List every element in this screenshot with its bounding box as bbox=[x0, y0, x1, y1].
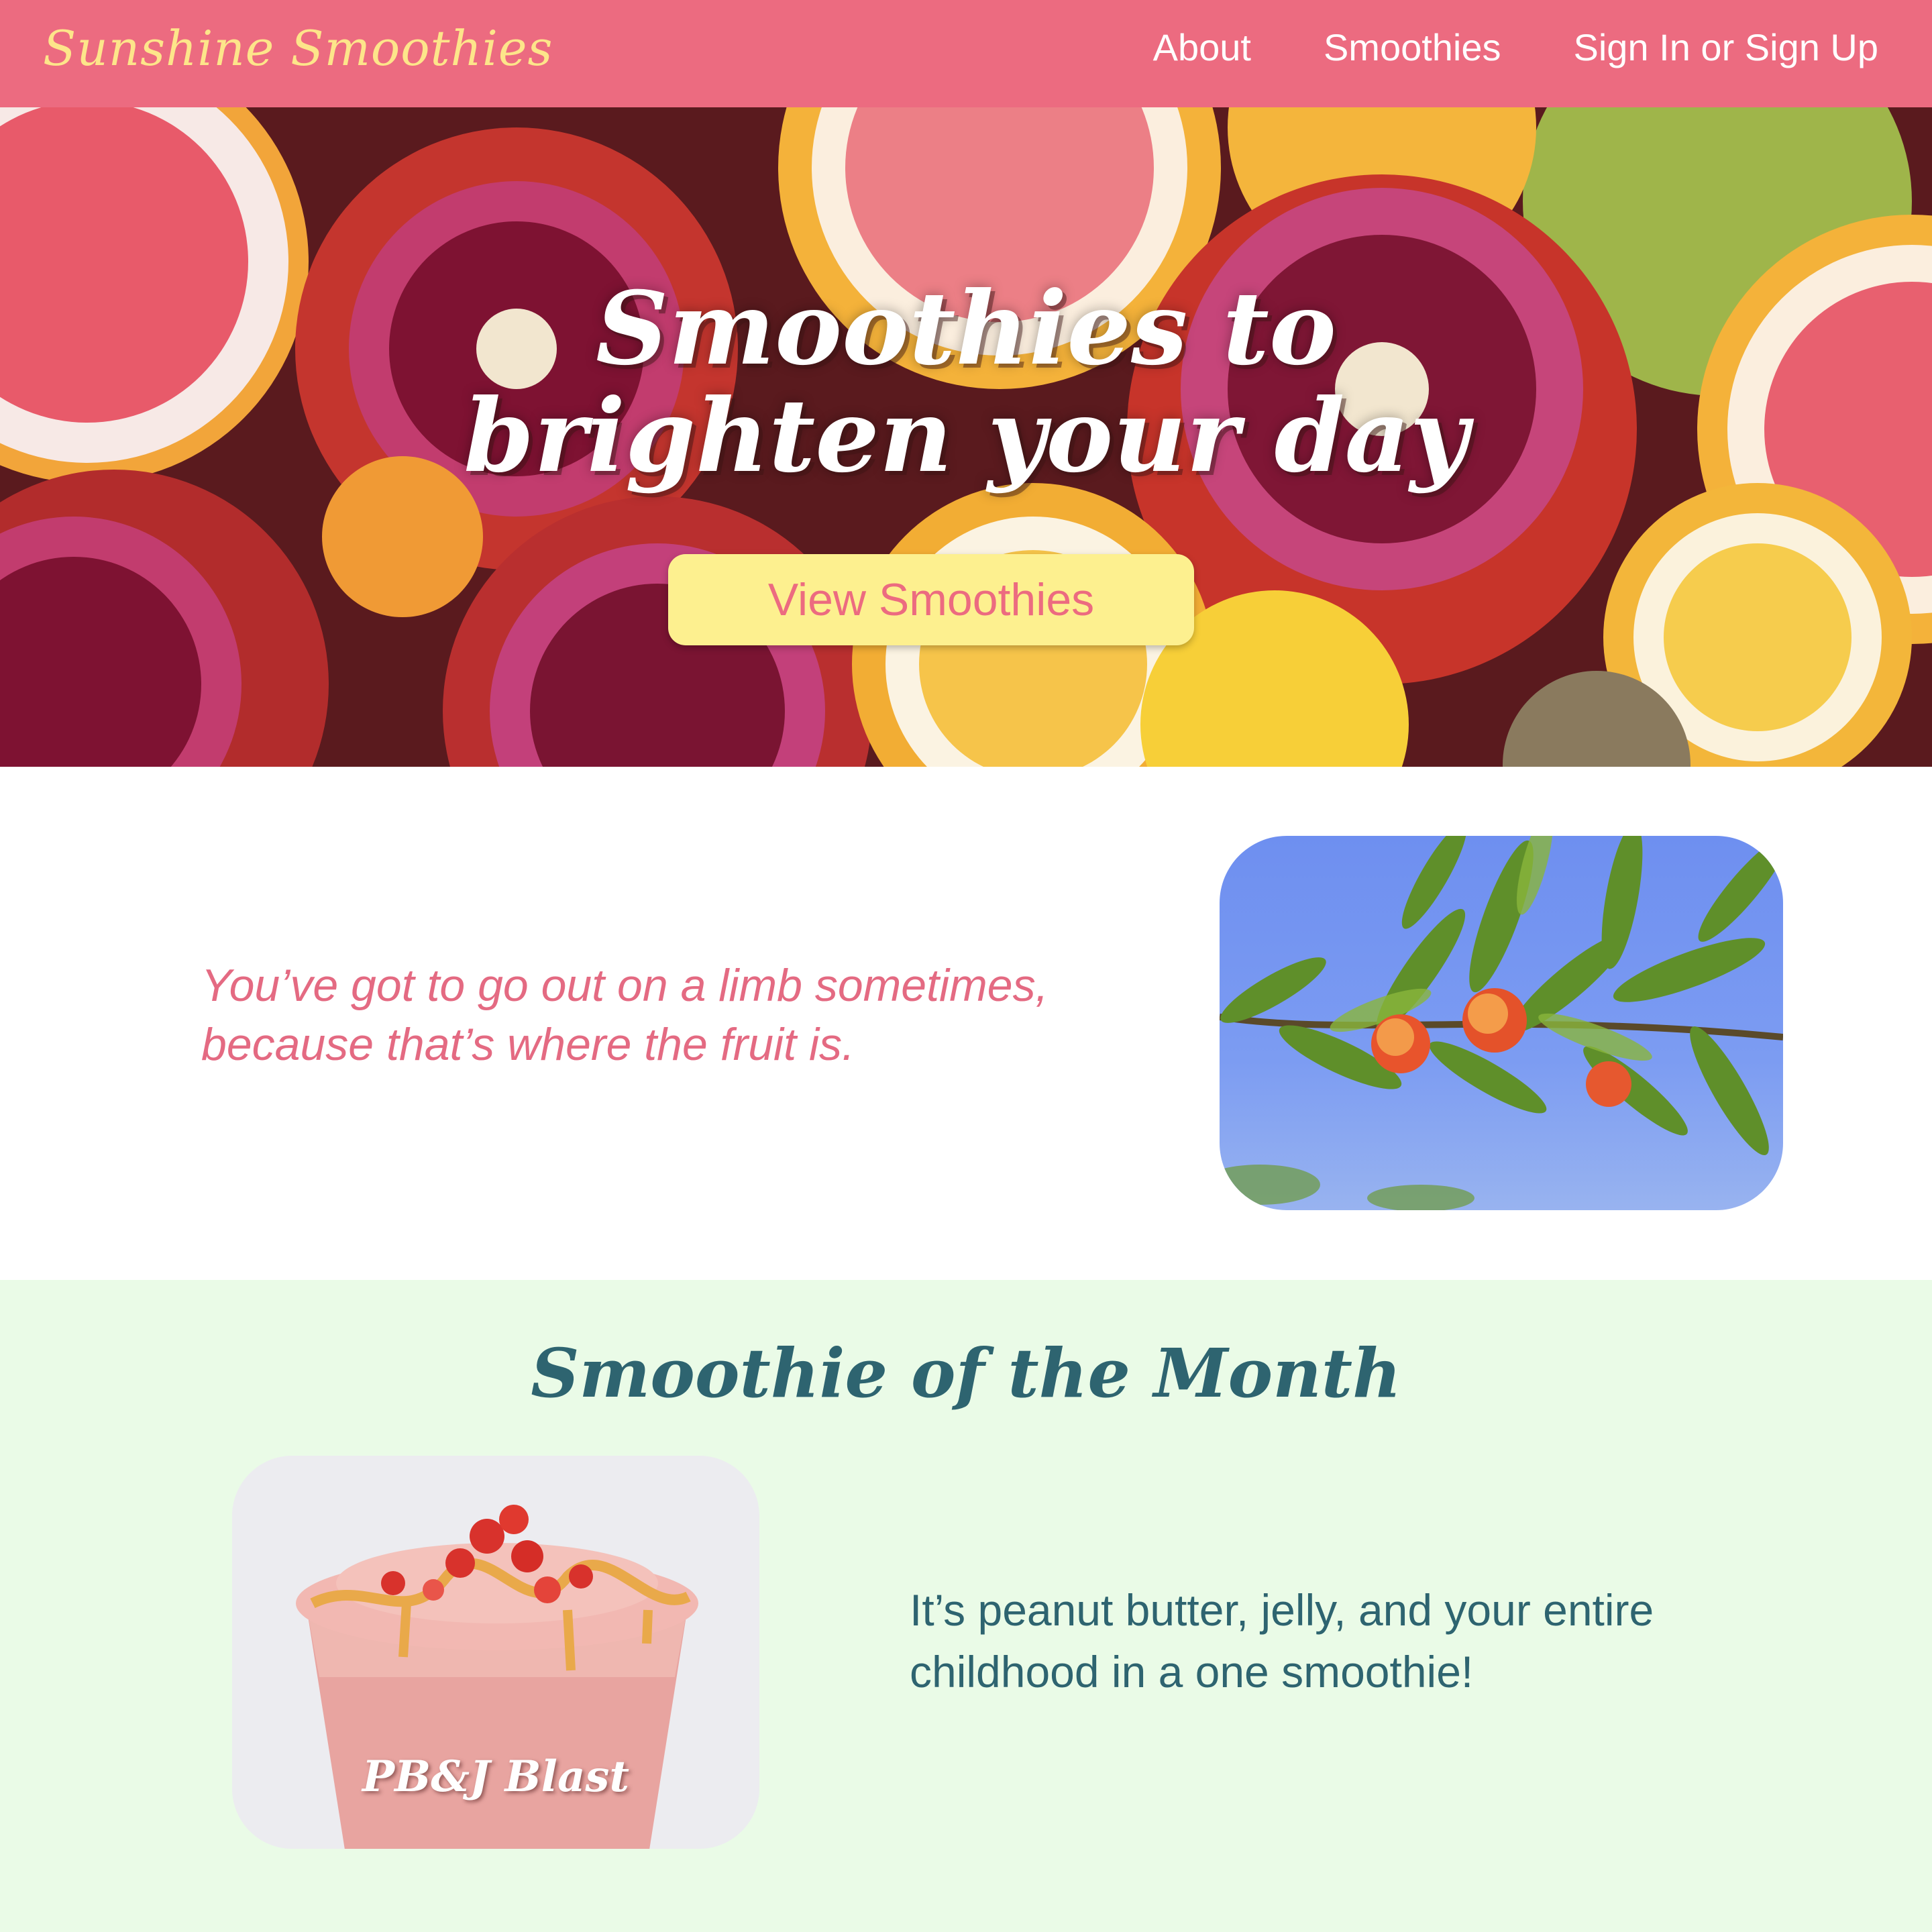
brand-logo[interactable]: Sunshine Smoothies bbox=[43, 20, 553, 76]
smoothie-description-line-1: It’s peanut butter, jelly, and your enti… bbox=[910, 1585, 1654, 1635]
nav-sign-in-link[interactable]: Sign In or Sign Up bbox=[1574, 25, 1878, 69]
main-nav: About Smoothies Sign In or Sign Up bbox=[1153, 25, 1878, 69]
smoothie-description-line-2: childhood in a one smoothie! bbox=[910, 1647, 1474, 1697]
quote-line-1: You’ve got to go out on a limb sometimes… bbox=[201, 960, 1049, 1011]
nav-smoothies-link[interactable]: Smoothies bbox=[1324, 25, 1501, 69]
view-smoothies-button[interactable]: View Smoothies bbox=[668, 554, 1194, 645]
smoothie-of-month-title: Smoothie of the Month bbox=[531, 1334, 1401, 1413]
hero-title-line-2: brighten your day bbox=[464, 377, 1468, 495]
smoothie-description: It’s peanut butter, jelly, and your enti… bbox=[910, 1579, 1768, 1703]
nav-about-link[interactable]: About bbox=[1153, 25, 1251, 69]
smoothie-of-month-section: Smoothie of the Month PB&J Blast It’s pe bbox=[0, 1280, 1932, 1932]
hero-title-line-1: Smoothies to bbox=[596, 270, 1336, 388]
hero-title: Smoothies to brighten your day bbox=[0, 275, 1932, 490]
smoothie-card[interactable]: PB&J Blast bbox=[232, 1456, 759, 1849]
site-header: Sunshine Smoothies About Smoothies Sign … bbox=[0, 0, 1932, 107]
peach-tree-photo bbox=[1220, 836, 1783, 1210]
hero-banner: Smoothies to brighten your day View Smoo… bbox=[0, 107, 1932, 767]
quote-text: You’ve got to go out on a limb sometimes… bbox=[201, 956, 1073, 1074]
quote-line-2: because that’s where the fruit is. bbox=[201, 1019, 855, 1070]
smoothie-card-label: PB&J Blast bbox=[362, 1752, 630, 1802]
peach-branch-image bbox=[1220, 836, 1783, 1210]
